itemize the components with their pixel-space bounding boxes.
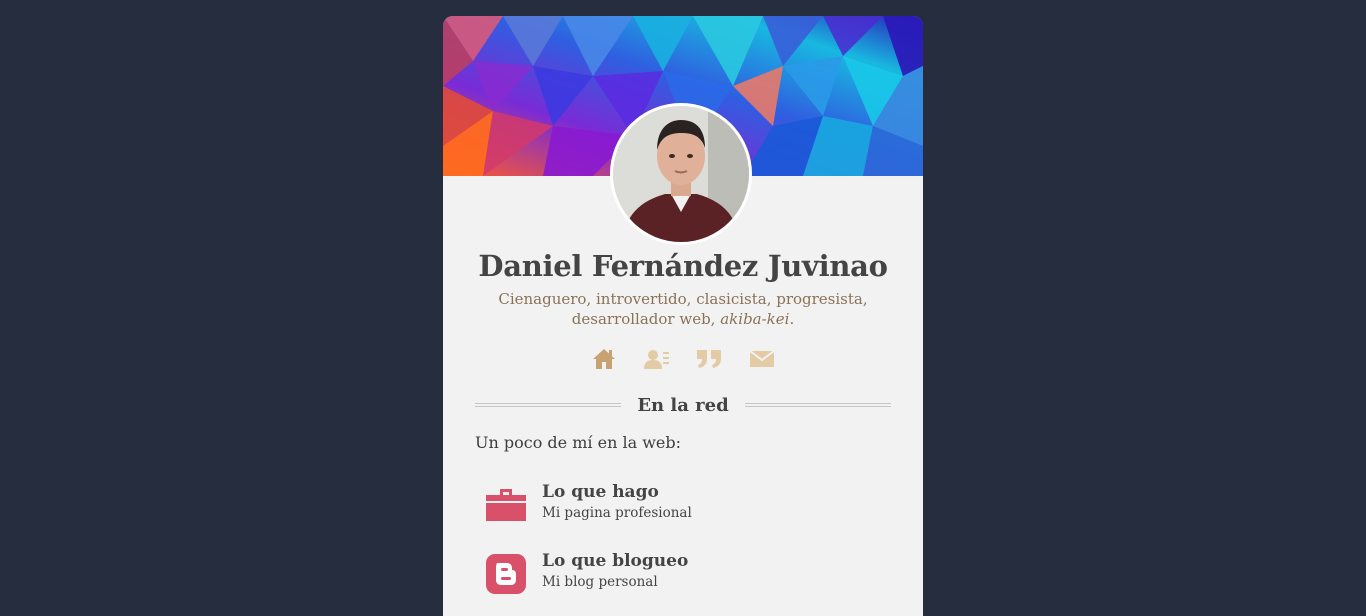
avatar-portrait bbox=[613, 106, 749, 242]
link-title: Lo que blogueo bbox=[542, 551, 689, 571]
section-title: En la red bbox=[637, 394, 729, 416]
link-item-blog[interactable]: Lo que blogueo Mi blog personal bbox=[483, 549, 883, 597]
divider-left bbox=[475, 403, 622, 407]
link-item-professional[interactable]: Lo que hago Mi pagina profesional bbox=[483, 480, 883, 528]
link-title: Lo que hago bbox=[542, 482, 659, 502]
link-subtitle: Mi pagina profesional bbox=[542, 505, 692, 521]
link-subtitle: Mi blog personal bbox=[542, 574, 658, 590]
section-header: En la red bbox=[475, 392, 891, 418]
quote-icon[interactable] bbox=[696, 346, 722, 372]
section-intro: Un poco de mí en la web: bbox=[475, 433, 681, 452]
bio-emphasis: akiba-kei bbox=[720, 310, 790, 328]
profile-bio: Cienaguero, introvertido, clasicista, pr… bbox=[483, 289, 883, 329]
blogger-icon bbox=[486, 554, 526, 594]
bio-period: . bbox=[789, 310, 795, 328]
divider-right bbox=[744, 403, 891, 407]
social-icons bbox=[583, 346, 783, 372]
profile-name: Daniel Fernández Juvinao bbox=[478, 249, 888, 283]
profile-card: Daniel Fernández Juvinao Cienaguero, int… bbox=[443, 16, 923, 616]
contact-card-icon[interactable] bbox=[643, 346, 670, 372]
bio-text: Cienaguero, introvertido, clasicista, pr… bbox=[498, 290, 868, 328]
avatar bbox=[610, 103, 752, 245]
mail-icon[interactable] bbox=[749, 346, 775, 372]
briefcase-icon bbox=[486, 485, 526, 525]
home-icon[interactable] bbox=[591, 346, 617, 372]
